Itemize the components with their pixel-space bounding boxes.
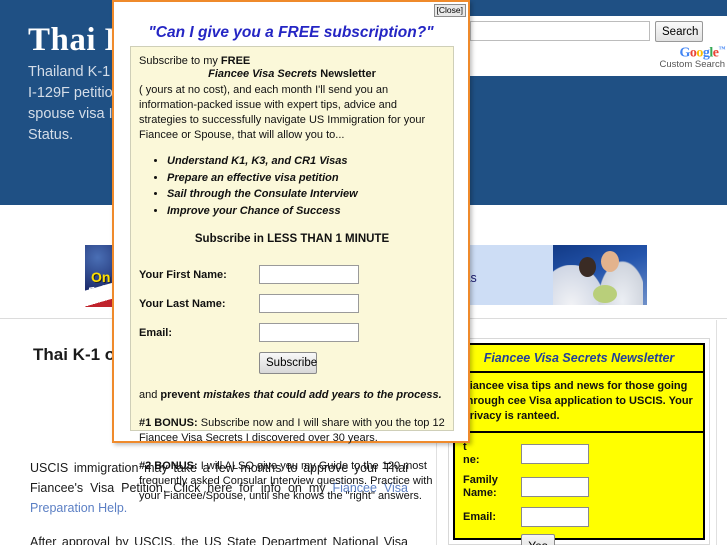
newsletter-inner: Fiancee Visa Secrets Newsletter Fiancee … [453, 343, 705, 545]
article-paragraph-2: After approval by USCIS, the US State De… [30, 535, 408, 545]
google-custom-search: Search Google™ Custom Search [470, 16, 727, 76]
newsletter-field-first-name: t ne: [463, 441, 695, 467]
modal-subscribe-button[interactable]: Subscribe [259, 352, 317, 374]
modal-prevent-plain: and [139, 389, 161, 401]
newsletter-email-input[interactable] [521, 507, 589, 527]
modal-email-label: Email: [139, 326, 173, 339]
modal-benefits-list: Understand K1, K3, and CR1 Visas Prepare… [139, 153, 445, 219]
modal-content-card: Subscribe to my FREE Fiancee Visa Secret… [130, 46, 454, 502]
modal-subscribe-form: Your First Name: Your Last Name: Email: … [139, 265, 445, 374]
list-item: Improve your Chance of Success [167, 203, 445, 220]
google-branding: Google™ Custom Search [659, 44, 726, 70]
modal-intro-prefix-text: Subscribe to my [139, 55, 221, 67]
modal-first-name-input[interactable] [259, 265, 359, 284]
wedding-couple-photo [553, 245, 647, 305]
newsletter-description: Fiancee visa tips and news for those goi… [455, 373, 703, 433]
list-item: Prepare an effective visa petition [167, 170, 445, 187]
modal-prevent-line: and prevent mistakes that could add year… [139, 388, 445, 403]
modal-last-name-input[interactable] [259, 294, 359, 313]
newsletter-submit-button[interactable]: Yes [521, 534, 555, 545]
modal-prevent-bold: prevent [160, 389, 204, 401]
newsletter-family-name-label-line2: Name: [463, 487, 497, 499]
modal-newsletter-name: Fiancee Visa Secrets Newsletter [139, 68, 445, 80]
newsletter-first-name-label-line2: ne: [463, 454, 480, 466]
modal-bonus-1-label: #1 BONUS: [139, 417, 198, 429]
newsletter-form: t ne: Family Name: Email: Yes [455, 433, 703, 545]
modal-newsletter-name-italic: Fiancee Visa Secrets [208, 68, 318, 80]
newsletter-first-name-label-line1: t [463, 441, 467, 453]
newsletter-family-name-input[interactable] [521, 477, 589, 497]
newsletter-family-name-label-line1: Family [463, 474, 498, 486]
search-input[interactable] [470, 21, 650, 41]
newsletter-family-name-label: Family Name: [463, 474, 521, 500]
bride-head-shape [579, 257, 596, 277]
modal-last-name-label: Your Last Name: [139, 297, 226, 310]
modal-field-email: Email: [139, 323, 445, 342]
custom-search-label: Custom Search [659, 58, 725, 70]
modal-prevent-italic: mistakes that could add years to the pro… [203, 389, 442, 401]
ad-banner-left-word1: On [91, 269, 111, 285]
groom-head-shape [601, 251, 619, 272]
newsletter-first-name-input[interactable] [521, 444, 589, 464]
newsletter-field-family-name: Family Name: [463, 474, 695, 500]
modal-headline: "Can I give you a FREE subscription?" [148, 24, 434, 41]
newsletter-email-label: Email: [463, 510, 497, 523]
list-item: Sail through the Consulate Interview [167, 186, 445, 203]
modal-bonus-1: #1 BONUS: Subscribe now and I will share… [139, 416, 445, 446]
modal-first-name-label: Your First Name: [139, 268, 227, 281]
page-root: Thai K Thailand K-1 vi I-129F petition s… [0, 0, 727, 545]
modal-field-first-name: Your First Name: [139, 265, 445, 284]
modal-intro-prefix: Subscribe to my FREE [139, 55, 445, 67]
newsletter-field-email: Email: [463, 507, 695, 527]
newsletter-title: Fiancee Visa Secrets Newsletter [455, 345, 703, 373]
bouquet-shape [593, 285, 617, 303]
newsletter-signup-box: Fiancee Visa Secrets Newsletter Fiancee … [448, 338, 710, 545]
list-item: Understand K1, K3, and CR1 Visas [167, 153, 445, 170]
column-divider-right [716, 320, 717, 545]
search-button[interactable]: Search [655, 21, 703, 42]
modal-newsletter-name-rest: Newsletter [317, 68, 376, 80]
modal-email-input[interactable] [259, 323, 359, 342]
google-logo: Google™ [679, 45, 726, 61]
newsletter-first-name-label: t ne: [463, 441, 521, 467]
modal-subscribe-note: Subscribe in LESS THAN 1 MINUTE [194, 233, 390, 245]
modal-field-last-name: Your Last Name: [139, 294, 445, 313]
modal-bonus-2: #2 BONUS: I will ALSO give you my Guide … [139, 459, 445, 504]
modal-bonus-2-label: #2 BONUS: [139, 460, 198, 472]
close-button[interactable]: [Close] [433, 4, 466, 17]
subscription-modal: [Close] "Can I give you a FREE subscript… [112, 0, 470, 502]
modal-free-word: FREE [220, 55, 251, 67]
modal-intro-body: ( yours at no cost), and each month I'll… [139, 84, 426, 141]
